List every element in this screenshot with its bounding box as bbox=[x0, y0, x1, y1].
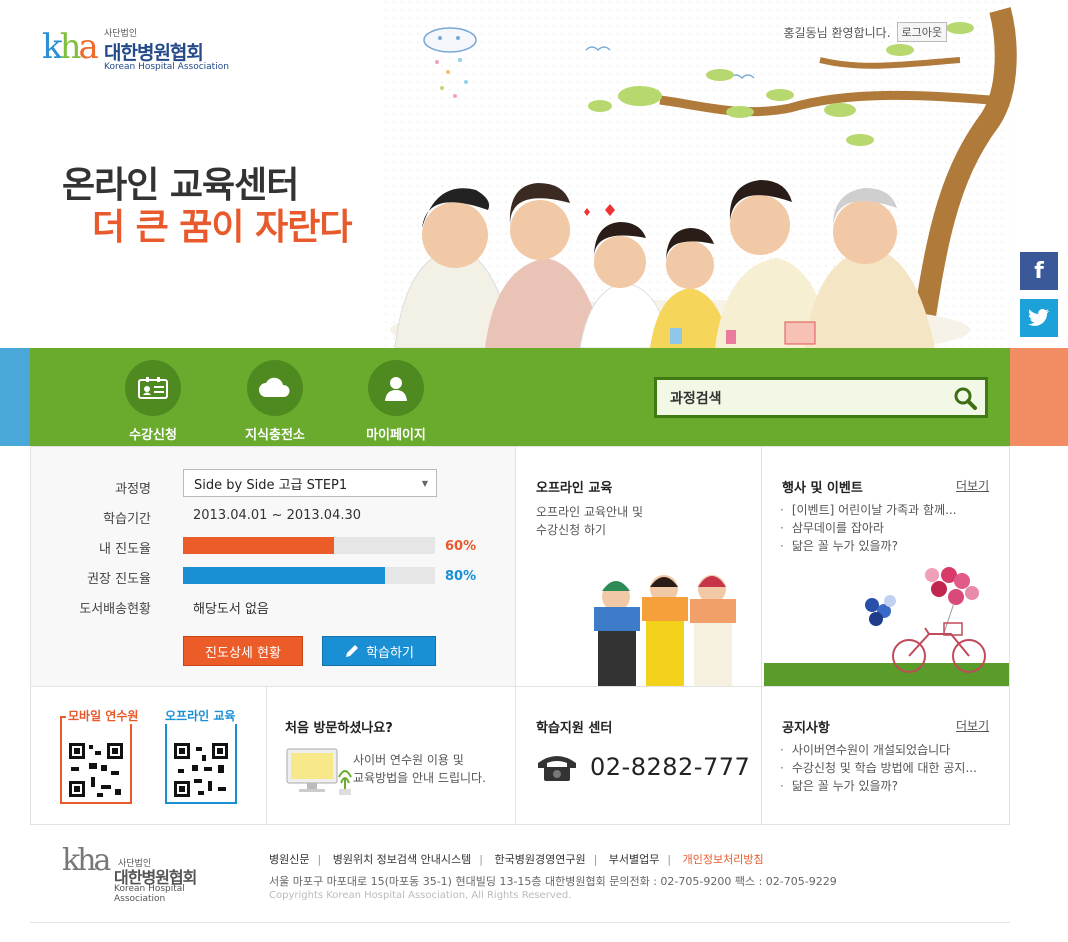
qr-section: 모바일 연수원 오프라인 교육 bbox=[30, 686, 267, 825]
person-icon bbox=[368, 360, 424, 416]
facebook-icon[interactable]: f bbox=[1020, 252, 1058, 290]
main-nav: 수강신청 지식충전소 마이페이지 과정검색 bbox=[30, 348, 1010, 446]
list-item[interactable]: [이벤트] 어린이날 가족과 함께... bbox=[780, 501, 957, 519]
cloud-icon bbox=[247, 360, 303, 416]
course-select-value: Side by Side 고급 STEP1 bbox=[194, 477, 348, 493]
first-visit-desc-line: 교육방법을 안내 드립니다. bbox=[353, 771, 486, 785]
offline-qr-box[interactable]: 오프라인 교육 bbox=[163, 707, 238, 804]
delivery-value: 해당도서 없음 bbox=[193, 602, 269, 617]
recommended-progress-label: 권장 진도율 bbox=[87, 572, 151, 587]
support-title: 학습지원 센터 bbox=[536, 721, 613, 736]
footer-link[interactable]: 병원신문 bbox=[269, 853, 309, 866]
first-visit-desc: 사이버 연수원 이용 및 교육방법을 안내 드립니다. bbox=[353, 751, 486, 787]
events-card: 행사 및 이벤트 더보기 [이벤트] 어린이날 가족과 함께... 삼무데이를 … bbox=[761, 446, 1010, 687]
my-progress-fill bbox=[183, 537, 335, 554]
delivery-label: 도서배송현황 bbox=[79, 602, 151, 617]
events-title: 행사 및 이벤트 bbox=[782, 481, 863, 496]
nav-knowledge[interactable]: 지식충전소 bbox=[235, 360, 315, 443]
twitter-icon[interactable] bbox=[1020, 299, 1058, 337]
footer-link[interactable]: 한국병원경영연구원 bbox=[494, 853, 585, 866]
footer-logo-english: Korean Hospital Association bbox=[114, 884, 185, 904]
students-photo bbox=[594, 575, 736, 687]
course-label: 과정명 bbox=[115, 482, 151, 497]
logo-name: 대한병원협회 bbox=[104, 42, 204, 64]
progress-panel: 과정명 Side by Side 고급 STEP1 ▼ 학습기간 2013.04… bbox=[30, 446, 516, 687]
offline-title: 오프라인 교육 bbox=[536, 481, 613, 496]
list-item[interactable]: 사이버연수원이 개설되었습니다 bbox=[780, 741, 977, 759]
support-phone[interactable]: 02-8282-777 bbox=[590, 753, 750, 781]
my-progress-label: 내 진도율 bbox=[99, 542, 151, 557]
balloons-bicycle-image bbox=[764, 567, 1009, 687]
offline-desc-line: 수강신청 하기 bbox=[536, 523, 607, 537]
telephone-icon bbox=[538, 756, 576, 781]
chevron-down-icon: ▼ bbox=[421, 478, 429, 488]
footer-links: 병원신문 | 병원위치 정보검색 안내시스템 | 한국병원경영연구원 | 부서별업무 |… bbox=[269, 853, 764, 866]
offline-education-card[interactable]: 오프라인 교육 오프라인 교육안내 및 수강신청 하기 bbox=[515, 446, 762, 687]
welcome-text: 홍길동님 환영합니다. bbox=[783, 25, 891, 40]
support-center-card: 학습지원 센터 02-8282-777 bbox=[515, 686, 762, 825]
list-item[interactable]: 수강신청 및 학습 방법에 대한 공지... bbox=[780, 759, 977, 777]
events-list: [이벤트] 어린이날 가족과 함께... 삼무데이를 잡아라 닮은 꼴 누가 있… bbox=[780, 501, 957, 555]
events-more-link[interactable]: 더보기 bbox=[956, 477, 989, 494]
nav-course-registration[interactable]: 수강신청 bbox=[113, 360, 193, 443]
notice-more-link[interactable]: 더보기 bbox=[956, 717, 989, 734]
course-search-box[interactable]: 과정검색 bbox=[654, 377, 988, 418]
navbar-right-accent bbox=[1010, 348, 1068, 446]
kha-logo[interactable]: kha 사단법인 대한병원협회 Korean Hospital Associat… bbox=[42, 18, 232, 78]
progress-detail-label: 진도상세 현황 bbox=[205, 645, 281, 661]
period-value: 2013.04.01 ~ 2013.04.30 bbox=[193, 508, 362, 523]
recommended-progress-bar bbox=[183, 567, 435, 584]
mobile-qr-label: 모바일 연수원 bbox=[66, 707, 141, 724]
nav-mypage[interactable]: 마이페이지 bbox=[356, 360, 436, 443]
twitter-bird-icon bbox=[1028, 309, 1050, 326]
facebook-glyph: f bbox=[1034, 258, 1044, 284]
qr-code-icon bbox=[172, 741, 230, 799]
navbar-left-accent bbox=[0, 348, 30, 446]
footer-link-privacy[interactable]: 개인정보처리방침 bbox=[683, 853, 764, 866]
offline-qr-label: 오프라인 교육 bbox=[163, 707, 238, 724]
first-visit-desc-line: 사이버 연수원 이용 및 bbox=[353, 753, 464, 767]
pencil-icon bbox=[346, 645, 359, 657]
course-select[interactable]: Side by Side 고급 STEP1 ▼ bbox=[183, 469, 437, 497]
my-progress-bar bbox=[183, 537, 435, 554]
mobile-qr-box[interactable]: 모바일 연수원 bbox=[60, 707, 141, 804]
list-item[interactable]: 삼무데이를 잡아라 bbox=[780, 519, 957, 537]
first-visit-card[interactable]: 처음 방문하셨나요? 사이버 연수원 이용 및 교육방법을 안내 드립니다. bbox=[266, 686, 516, 825]
offline-desc: 오프라인 교육안내 및 수강신청 하기 bbox=[536, 503, 643, 539]
id-card-icon bbox=[125, 360, 181, 416]
first-visit-title: 처음 방문하셨나요? bbox=[285, 721, 393, 736]
monitor-icon bbox=[286, 748, 352, 795]
notice-title: 공지사항 bbox=[782, 721, 830, 736]
footer-divider bbox=[30, 922, 1010, 923]
footer-logo-mark: kha bbox=[62, 843, 111, 878]
list-item[interactable]: 닮은 꼴 누가 있을까? bbox=[780, 777, 977, 795]
my-progress-percent: 60% bbox=[445, 539, 477, 554]
logout-button[interactable]: 로그아웃 bbox=[896, 22, 947, 42]
footer-copyright: Copyrights Korean Hospital Association, … bbox=[269, 890, 572, 901]
progress-detail-button[interactable]: 진도상세 현황 bbox=[183, 636, 303, 666]
notice-list: 사이버연수원이 개설되었습니다 수강신청 및 학습 방법에 대한 공지... 닮… bbox=[780, 741, 977, 795]
footer-link[interactable]: 부서별업무 bbox=[609, 853, 660, 866]
footer-address: 서울 마포구 마포대로 15(마포동 35-1) 현대빌딩 13-15층 대한병… bbox=[269, 875, 837, 888]
search-label: 과정검색 bbox=[670, 390, 722, 407]
footer-logo: kha 사단법인 대한병원협회 Korean Hospital Associat… bbox=[62, 842, 222, 905]
welcome-area: 홍길동님 환영합니다. 로그아웃 bbox=[784, 22, 947, 42]
study-label: 학습하기 bbox=[366, 645, 414, 661]
logo-english-name: Korean Hospital Association bbox=[104, 62, 229, 72]
nav-label: 마이페이지 bbox=[366, 428, 426, 443]
recommended-progress-percent: 80% bbox=[445, 569, 477, 584]
logo-mark: kha bbox=[42, 27, 99, 67]
notice-card: 공지사항 더보기 사이버연수원이 개설되었습니다 수강신청 및 학습 방법에 대… bbox=[761, 686, 1010, 825]
search-icon[interactable] bbox=[945, 386, 985, 410]
offline-desc-line: 오프라인 교육안내 및 bbox=[536, 505, 643, 519]
study-button[interactable]: 학습하기 bbox=[322, 636, 436, 666]
period-label: 학습기간 bbox=[103, 512, 151, 527]
nav-label: 지식충전소 bbox=[245, 428, 305, 443]
footer-link[interactable]: 병원위치 정보검색 안내시스템 bbox=[333, 853, 472, 866]
nav-label: 수강신청 bbox=[129, 428, 177, 443]
recommended-progress-fill bbox=[183, 567, 385, 584]
qr-code-icon bbox=[67, 741, 125, 799]
hero-subtitle: 더 큰 꿈이 자란다 bbox=[92, 207, 352, 248]
